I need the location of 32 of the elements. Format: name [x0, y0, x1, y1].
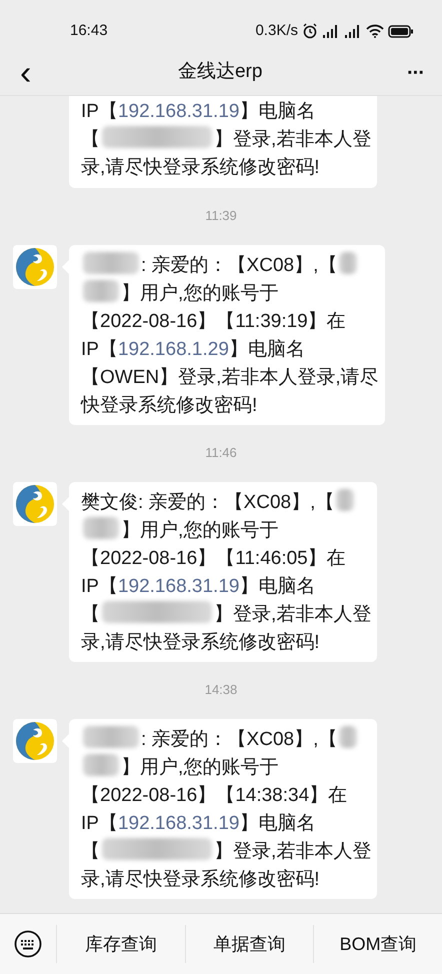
wifi-icon	[366, 24, 384, 38]
alarm-icon	[302, 23, 318, 39]
redaction-blur	[336, 489, 354, 511]
message-bubble: IP【192.168.31.19】电脑名 【 】登录,若非本人登 录,请尽快登录系统修改密码!	[69, 96, 378, 188]
ip-link[interactable]: 192.168.1.29	[118, 339, 229, 360]
avatar-logo	[13, 482, 57, 526]
redaction-blur	[339, 726, 358, 748]
signal-icon	[322, 24, 340, 38]
redaction-blur	[83, 252, 139, 274]
more-button[interactable]: ···	[403, 58, 428, 88]
back-button[interactable]: ‹	[14, 56, 38, 90]
redaction-blur	[83, 754, 119, 776]
menu-button[interactable]: 库存查询	[56, 925, 185, 963]
redaction-blur	[83, 517, 119, 539]
status-time: 16:43	[70, 20, 108, 41]
ip-link[interactable]: 192.168.31.19	[118, 813, 240, 834]
ip-link[interactable]: 192.168.31.19	[118, 101, 240, 122]
redaction-blur	[83, 726, 139, 748]
chat-title: 金线达erp	[178, 60, 262, 84]
message-time: 11:46	[205, 445, 237, 460]
redaction-blur	[83, 280, 119, 302]
menu-button[interactable]: BOM查询	[313, 925, 442, 963]
avatar-logo	[13, 719, 57, 763]
message-time: 14:38	[204, 682, 238, 697]
ip-link[interactable]: 192.168.31.19	[118, 576, 240, 597]
message-time: 11:39	[205, 208, 237, 223]
avatar-logo	[13, 245, 57, 289]
network-speed: 0.3K/s	[255, 20, 298, 41]
menu-button[interactable]: 单据查询	[184, 925, 314, 963]
redaction-blur	[339, 252, 358, 274]
signal-icon	[344, 24, 362, 38]
battery-icon	[388, 24, 414, 38]
